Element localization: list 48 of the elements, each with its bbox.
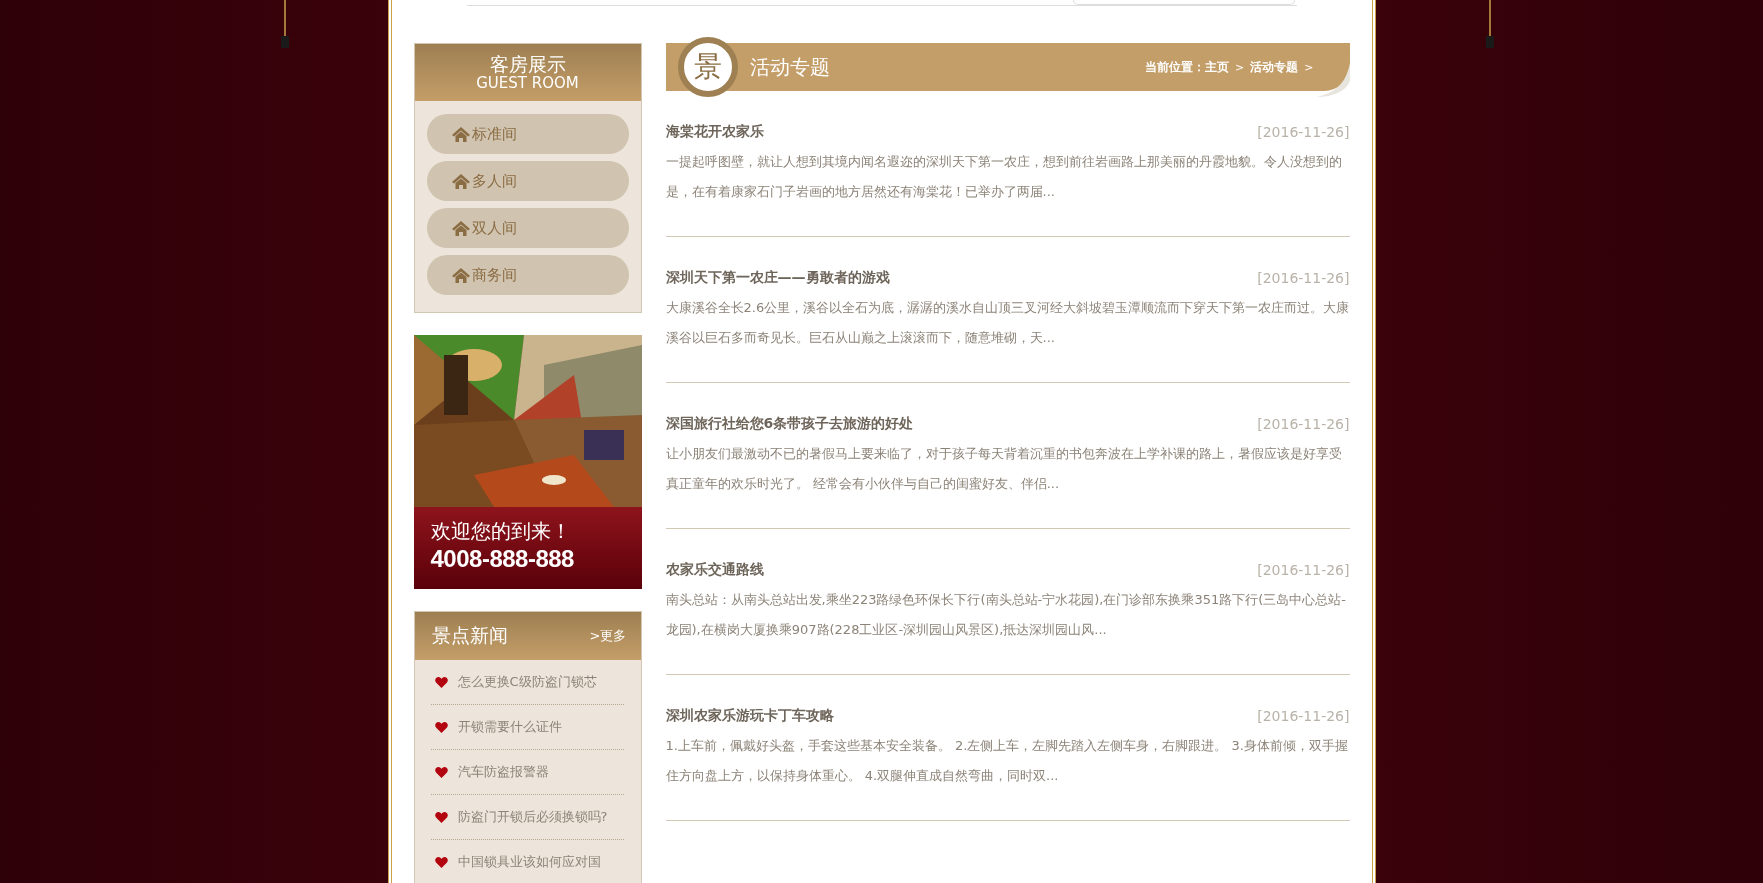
news-link[interactable]: 怎么更换C级防盗门锁芯	[430, 660, 624, 705]
panel-subtitle: GUEST ROOM	[476, 74, 579, 92]
heart-icon	[434, 676, 448, 688]
breadcrumb-separator: >	[1304, 60, 1314, 74]
tassel-drawing	[1483, 0, 1497, 50]
room-type-link[interactable]: 商务间	[426, 255, 629, 295]
home-icon	[451, 173, 470, 189]
breadcrumb-link[interactable]: 当前位置：主页	[1145, 58, 1230, 76]
section-badge: 景	[677, 37, 738, 97]
room-type-link[interactable]: 标准间	[426, 114, 629, 154]
tassel-drawing	[278, 0, 292, 50]
article-title[interactable]: 海棠花开农家乐	[665, 123, 764, 141]
article-summary: 南头总站：从南头总站出发,乘坐223路绿色环保长下行(南头总站-宁水花园),在门诊部东换乘351路下行(三岛中心总站-龙园),在横岗大厦换乘907路(228工业区-深圳园山风景区),抵达深圳园山风...	[665, 591, 1347, 639]
article-summary: 让小朋友们最激动不已的暑假马上要来临了，对于孩子每天背着沉重的书包奔波在上学补课的路上，暑假应该是好享受真正童年的欢乐时光了。 经常会有小伙伴与自己的闺蜜好友、伴侣...	[665, 445, 1343, 493]
more-link[interactable]: >更多	[589, 627, 627, 645]
news-link[interactable]: 中国锁具业该如何应对国	[430, 840, 624, 883]
heart-icon	[434, 721, 448, 733]
section-title: 活动专题	[749, 53, 831, 81]
home-icon	[451, 220, 470, 236]
home-icon	[451, 267, 470, 283]
panel-title: 客房展示	[489, 53, 566, 75]
article-title[interactable]: 深圳天下第一农庄——勇敢者的游戏	[665, 269, 890, 287]
heart-icon	[434, 766, 448, 778]
article-summary: 1.上车前，佩戴好头盔，手套这些基本安全装备。 2.左侧上车，左脚先踏入左侧车身，右脚跟进。 3.身体前倾，双手握住方向盘上方，以保持身体重心。 4.双腿伸直成自然弯曲，同时双...	[665, 737, 1349, 785]
article-date: [2016-11-26]	[1257, 416, 1350, 432]
room-type-link[interactable]: 双人间	[426, 208, 629, 248]
panel-title: 景点新闻	[431, 623, 508, 648]
news-link[interactable]: 防盗门开锁后必须换锁吗?	[430, 795, 624, 840]
article-summary: 一提起呼图壁，就让人想到其境内闻名遐迩的深圳天下第一农庄，想到前往岩画路上那美丽的丹霞地貌。令人没想到的是，在有着康家石门子岩画的地方居然还有海棠花！已举办了两届...	[665, 153, 1343, 201]
article-date: [2016-11-26]	[1257, 708, 1350, 724]
article-date: [2016-11-26]	[1257, 562, 1350, 578]
article-title[interactable]: 深国旅行社给您6条带孩子去旅游的好处	[665, 415, 914, 433]
news-link[interactable]: 开锁需要什么证件	[430, 705, 624, 750]
home-icon	[451, 126, 470, 142]
article-title[interactable]: 深圳农家乐游玩卡丁车攻略	[665, 707, 834, 725]
breadcrumb-separator: >	[1235, 60, 1245, 74]
article-date: [2016-11-26]	[1257, 270, 1350, 286]
article-date: [2016-11-26]	[1257, 124, 1350, 140]
article-summary: 大康溪谷全长2.6公里，溪谷以全石为底，潺潺的溪水自山顶三叉河经大斜坡碧玉潭顺流而下穿天下第一农庄而过。大康溪谷以巨石多而奇见长。巨石从山巅之上滚滚而下，随意堆砌，天...	[665, 299, 1350, 347]
welcome-text: 欢迎您的到来！	[430, 518, 572, 545]
article-title[interactable]: 农家乐交通路线	[665, 561, 764, 579]
page-curl-icon	[1315, 63, 1350, 97]
room-type-link[interactable]: 多人间	[426, 161, 629, 201]
heart-icon	[434, 856, 448, 868]
heart-icon	[434, 811, 448, 823]
breadcrumb-link[interactable]: 活动专题	[1250, 58, 1299, 76]
news-link[interactable]: 汽车防盗报警器	[430, 750, 624, 795]
phone-number: 4008-888-888	[430, 545, 575, 573]
